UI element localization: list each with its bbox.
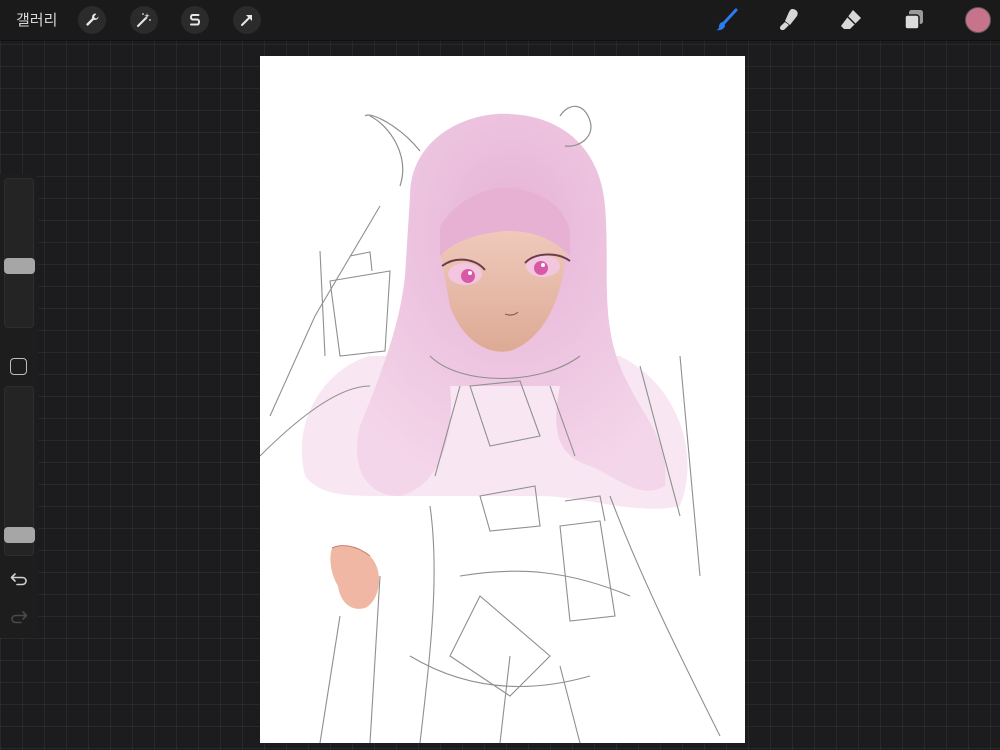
opacity-thumb[interactable] — [4, 527, 35, 543]
transform-button[interactable] — [233, 6, 261, 34]
arrow-cursor-icon — [241, 15, 252, 26]
brush-icon — [716, 8, 738, 31]
artwork — [260, 105, 721, 743]
color-picker-swatch[interactable] — [965, 7, 991, 33]
layers-icon — [904, 10, 923, 30]
modify-button[interactable] — [10, 358, 27, 375]
magic-wand-icon — [137, 13, 151, 27]
undo-icon — [10, 573, 27, 586]
gallery-button[interactable]: 갤러리 — [16, 9, 57, 30]
redo-button[interactable] — [8, 606, 30, 628]
brush-size-slider[interactable] — [4, 178, 35, 328]
left-sidebar — [0, 174, 38, 638]
eraser-icon — [841, 10, 861, 29]
paint-tool-button[interactable] — [712, 5, 742, 35]
opacity-slider[interactable] — [4, 386, 35, 556]
brush-size-thumb[interactable] — [4, 258, 35, 274]
actions-button[interactable] — [78, 6, 106, 34]
layers-button[interactable] — [899, 5, 929, 35]
adjustments-button[interactable] — [130, 6, 158, 34]
selection-s-icon — [190, 14, 200, 26]
smudge-tool-button[interactable] — [774, 5, 804, 35]
smudge-icon — [780, 9, 798, 31]
selection-button[interactable] — [181, 6, 209, 34]
eraser-tool-button[interactable] — [836, 5, 866, 35]
drawing-canvas[interactable] — [260, 56, 745, 743]
redo-icon — [11, 611, 28, 624]
wrench-icon — [86, 13, 99, 26]
undo-button[interactable] — [8, 568, 30, 590]
top-toolbar: 갤러리 — [0, 0, 1000, 41]
